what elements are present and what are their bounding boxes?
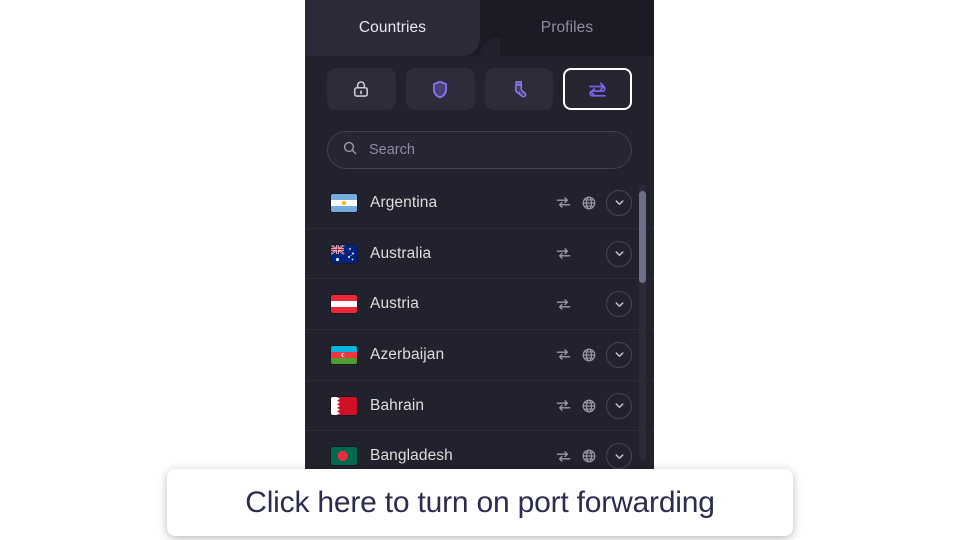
swap-icon — [586, 79, 609, 99]
sock-icon — [509, 79, 529, 100]
table-row[interactable]: Australia — [305, 229, 654, 280]
table-row[interactable]: Azerbaijan — [305, 330, 654, 381]
globe-icon[interactable] — [580, 448, 597, 465]
socks-proxy-button[interactable] — [484, 68, 554, 110]
shield-icon — [430, 79, 450, 100]
chevron-down-icon[interactable] — [606, 189, 632, 216]
globe-icon[interactable] — [580, 346, 597, 363]
bahrain-flag — [331, 396, 357, 415]
row-icon-group — [555, 194, 597, 211]
row-icon-group — [555, 296, 597, 313]
chevron-down-icon[interactable] — [606, 291, 632, 318]
table-row[interactable]: Argentina — [305, 178, 654, 229]
search-box[interactable] — [327, 131, 632, 169]
scrollbar-thumb[interactable] — [639, 191, 646, 283]
table-row[interactable]: Bahrain — [305, 381, 654, 432]
country-name: Bahrain — [370, 396, 425, 414]
table-row[interactable]: Bangladesh — [305, 431, 654, 470]
table-row[interactable]: Austria — [305, 279, 654, 331]
globe-icon[interactable] — [580, 397, 597, 414]
swap-icon[interactable] — [555, 194, 572, 211]
argentina-flag — [331, 193, 357, 212]
row-icon-group — [555, 346, 597, 363]
country-name: Argentina — [370, 193, 438, 211]
austria-flag — [331, 295, 357, 314]
swap-icon[interactable] — [555, 448, 572, 465]
tab-countries[interactable]: Countries — [305, 0, 480, 56]
tab-profiles[interactable]: Profiles — [480, 0, 654, 56]
row-icon-group — [555, 245, 597, 262]
port-forwarding-button[interactable] — [563, 68, 632, 110]
search-input[interactable] — [369, 142, 617, 158]
bangladesh-flag — [331, 447, 357, 466]
chevron-down-icon[interactable] — [606, 392, 632, 419]
swap-icon[interactable] — [555, 296, 572, 313]
vpn-app-panel: Countries Profiles Search Argentina Aust… — [305, 0, 654, 470]
country-list[interactable]: Argentina Australia Austria Azerbaijan B… — [305, 178, 654, 470]
chevron-down-icon[interactable] — [606, 240, 632, 267]
australia-flag — [331, 244, 357, 263]
search-bar-container — [305, 122, 654, 178]
scrollbar-track[interactable] — [639, 185, 646, 460]
swap-icon[interactable] — [555, 346, 572, 363]
instruction-tooltip: Click here to turn on port forwarding — [167, 469, 793, 536]
chevron-down-icon[interactable] — [606, 443, 632, 470]
instruction-tooltip-text: Click here to turn on port forwarding — [245, 485, 715, 519]
search-icon — [342, 140, 358, 161]
connection-mode-button-row — [305, 56, 654, 122]
globe-icon[interactable] — [580, 194, 597, 211]
shield-button[interactable] — [405, 68, 475, 110]
row-icon-group — [555, 448, 597, 465]
swap-icon[interactable] — [555, 245, 572, 262]
chevron-down-icon[interactable] — [606, 341, 632, 368]
country-name: Bangladesh — [370, 447, 453, 465]
country-name: Austria — [370, 295, 419, 313]
tab-bar: Countries Profiles — [305, 0, 654, 56]
swap-icon[interactable] — [555, 397, 572, 414]
azerbaijan-flag — [331, 345, 357, 364]
country-name: Australia — [370, 244, 432, 262]
tab-profiles-label: Profiles — [540, 19, 594, 36]
tab-countries-label: Countries — [358, 19, 427, 36]
screenshot-root: Countries Profiles Search Argentina Aust… — [0, 0, 960, 540]
row-icon-group — [555, 397, 597, 414]
country-name: Azerbaijan — [370, 345, 445, 363]
lock-icon — [351, 79, 371, 99]
openvpn-lock-button[interactable] — [327, 68, 396, 110]
